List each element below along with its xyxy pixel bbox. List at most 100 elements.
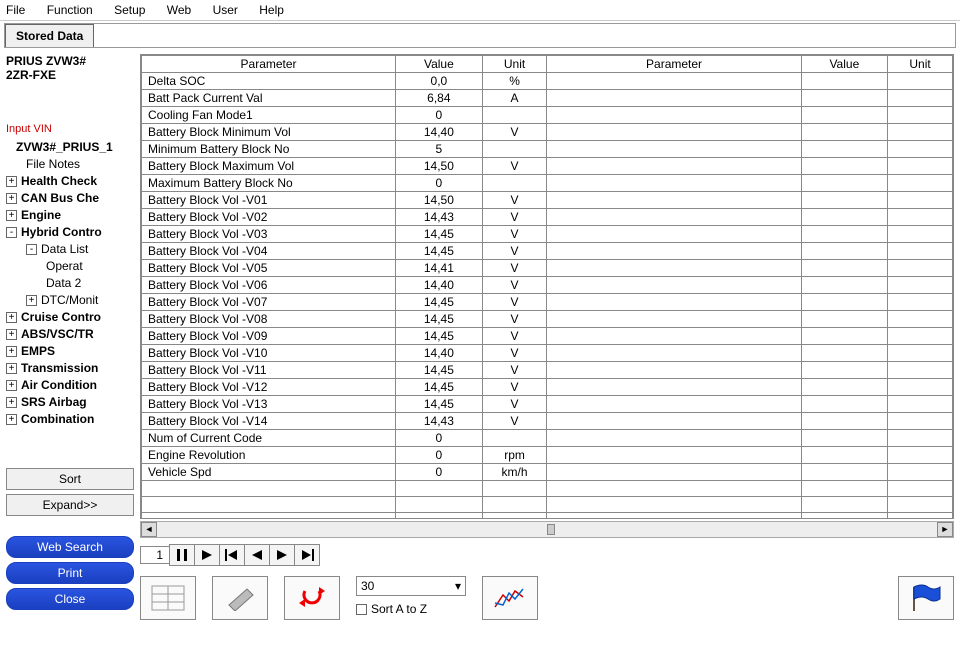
tool-view-list[interactable] <box>140 576 196 620</box>
table-row[interactable]: Battery Block Vol -V0514,41V <box>142 260 953 277</box>
tree-health-check[interactable]: +Health Check <box>6 173 134 190</box>
step-back-button[interactable] <box>244 544 270 566</box>
menu-function[interactable]: Function <box>47 3 93 17</box>
table-row[interactable]: Vehicle Spd0km/h <box>142 464 953 481</box>
expand-icon[interactable]: + <box>26 295 37 306</box>
table-row[interactable]: Battery Block Vol -V1114,45V <box>142 362 953 379</box>
cell-value: 14,45 <box>396 328 483 345</box>
table-row[interactable]: Battery Block Minimum Vol14,40V <box>142 124 953 141</box>
table-row[interactable]: Battery Block Vol -V0714,45V <box>142 294 953 311</box>
tree-can-bus[interactable]: +CAN Bus Che <box>6 190 134 207</box>
skip-end-button[interactable] <box>294 544 320 566</box>
sort-button[interactable]: Sort <box>6 468 134 490</box>
tree-transmission[interactable]: +Transmission <box>6 360 134 377</box>
tree-data-list[interactable]: -Data List <box>6 241 134 258</box>
table-row[interactable]: Battery Block Vol -V0114,50V <box>142 192 953 209</box>
table-row[interactable]: Battery Block Vol -V0814,45V <box>142 311 953 328</box>
col-parameter[interactable]: Parameter <box>142 56 396 73</box>
table-row[interactable]: Battery Block Vol -V0314,45V <box>142 226 953 243</box>
tree-cruise[interactable]: +Cruise Contro <box>6 309 134 326</box>
cell-value: 6,84 <box>396 90 483 107</box>
table-row[interactable]: Maximum Battery Block No0 <box>142 175 953 192</box>
tool-graph[interactable] <box>482 576 538 620</box>
tool-highlight[interactable] <box>212 576 268 620</box>
expand-icon[interactable]: + <box>6 210 17 221</box>
expand-icon[interactable]: + <box>6 329 17 340</box>
table-row[interactable]: Battery Block Vol -V1214,45V <box>142 379 953 396</box>
tree-file-notes[interactable]: File Notes <box>6 156 134 173</box>
cell-unit: V <box>482 379 547 396</box>
col-value-2[interactable]: Value <box>801 56 888 73</box>
table-row[interactable]: Battery Block Vol -V0414,45V <box>142 243 953 260</box>
table-row[interactable]: Cooling Fan Mode10 <box>142 107 953 124</box>
cell-value: 14,45 <box>396 379 483 396</box>
table-row[interactable]: Battery Block Vol -V1414,43V <box>142 413 953 430</box>
menu-user[interactable]: User <box>213 3 238 17</box>
tree-dtc-monit[interactable]: +DTC/Monit <box>6 292 134 309</box>
close-button[interactable]: Close <box>6 588 134 610</box>
table-row[interactable]: Battery Block Vol -V1014,40V <box>142 345 953 362</box>
col-value[interactable]: Value <box>396 56 483 73</box>
cell-unit <box>482 107 547 124</box>
table-row[interactable]: Battery Block Vol -V0914,45V <box>142 328 953 345</box>
tree-root[interactable]: ZVW3#_PRIUS_1 <box>6 139 134 156</box>
tree-engine[interactable]: +Engine <box>6 207 134 224</box>
cell-value-2 <box>801 413 888 430</box>
flag-button[interactable] <box>898 576 954 620</box>
pause-button[interactable] <box>169 544 195 566</box>
tree-operat[interactable]: Operat <box>6 258 134 275</box>
col-unit[interactable]: Unit <box>482 56 547 73</box>
print-button[interactable]: Print <box>6 562 134 584</box>
expand-icon[interactable]: + <box>6 193 17 204</box>
interval-dropdown[interactable]: 30 ▾ <box>356 576 466 596</box>
tree-combination[interactable]: +Combination <box>6 411 134 428</box>
expand-icon[interactable]: + <box>6 397 17 408</box>
table-row[interactable]: Battery Block Vol -V0614,40V <box>142 277 953 294</box>
skip-start-button[interactable] <box>219 544 245 566</box>
play-button[interactable] <box>194 544 220 566</box>
step-forward-button[interactable] <box>269 544 295 566</box>
frame-number[interactable]: 1 <box>140 546 170 564</box>
expand-button[interactable]: Expand>> <box>6 494 134 516</box>
collapse-icon[interactable]: - <box>26 244 37 255</box>
table-row[interactable]: Delta SOC0,0% <box>142 73 953 90</box>
table-row[interactable]: Battery Block Vol -V0214,43V <box>142 209 953 226</box>
tree-srs-airbag[interactable]: +SRS Airbag <box>6 394 134 411</box>
tree-abs[interactable]: +ABS/VSC/TR <box>6 326 134 343</box>
horizontal-scrollbar[interactable]: ◄ ► <box>140 521 954 538</box>
expand-icon[interactable]: + <box>6 176 17 187</box>
expand-icon[interactable]: + <box>6 312 17 323</box>
expand-icon[interactable]: + <box>6 363 17 374</box>
cell-unit: V <box>482 226 547 243</box>
table-row[interactable]: Num of Current Code0 <box>142 430 953 447</box>
menu-web[interactable]: Web <box>167 3 191 17</box>
cell-param: Battery Block Minimum Vol <box>142 124 396 141</box>
expand-icon[interactable]: + <box>6 414 17 425</box>
table-row[interactable]: Battery Block Maximum Vol14,50V <box>142 158 953 175</box>
tab-stored-data[interactable]: Stored Data <box>5 24 94 47</box>
table-row[interactable]: Minimum Battery Block No5 <box>142 141 953 158</box>
table-row[interactable]: Engine Revolution0rpm <box>142 447 953 464</box>
tool-refresh[interactable] <box>284 576 340 620</box>
expand-icon[interactable]: + <box>6 380 17 391</box>
web-search-button[interactable]: Web Search <box>6 536 134 558</box>
cell-unit: V <box>482 209 547 226</box>
input-vin-link[interactable]: Input VIN <box>6 123 134 135</box>
scroll-right-icon[interactable]: ► <box>937 522 953 537</box>
collapse-icon[interactable]: - <box>6 227 17 238</box>
col-unit-2[interactable]: Unit <box>888 56 953 73</box>
sort-atoz-checkbox[interactable]: Sort A to Z <box>356 602 466 616</box>
table-row[interactable]: Batt Pack Current Val6,84A <box>142 90 953 107</box>
tree-hybrid-control[interactable]: -Hybrid Contro <box>6 224 134 241</box>
tree-data2[interactable]: Data 2 <box>6 275 134 292</box>
menu-setup[interactable]: Setup <box>114 3 145 17</box>
scroll-thumb[interactable] <box>547 524 555 535</box>
menu-file[interactable]: File <box>6 3 25 17</box>
expand-icon[interactable]: + <box>6 346 17 357</box>
table-row[interactable]: Battery Block Vol -V1314,45V <box>142 396 953 413</box>
tree-emps[interactable]: +EMPS <box>6 343 134 360</box>
col-parameter-2[interactable]: Parameter <box>547 56 801 73</box>
scroll-left-icon[interactable]: ◄ <box>141 522 157 537</box>
menu-help[interactable]: Help <box>259 3 284 17</box>
tree-air-condition[interactable]: +Air Condition <box>6 377 134 394</box>
